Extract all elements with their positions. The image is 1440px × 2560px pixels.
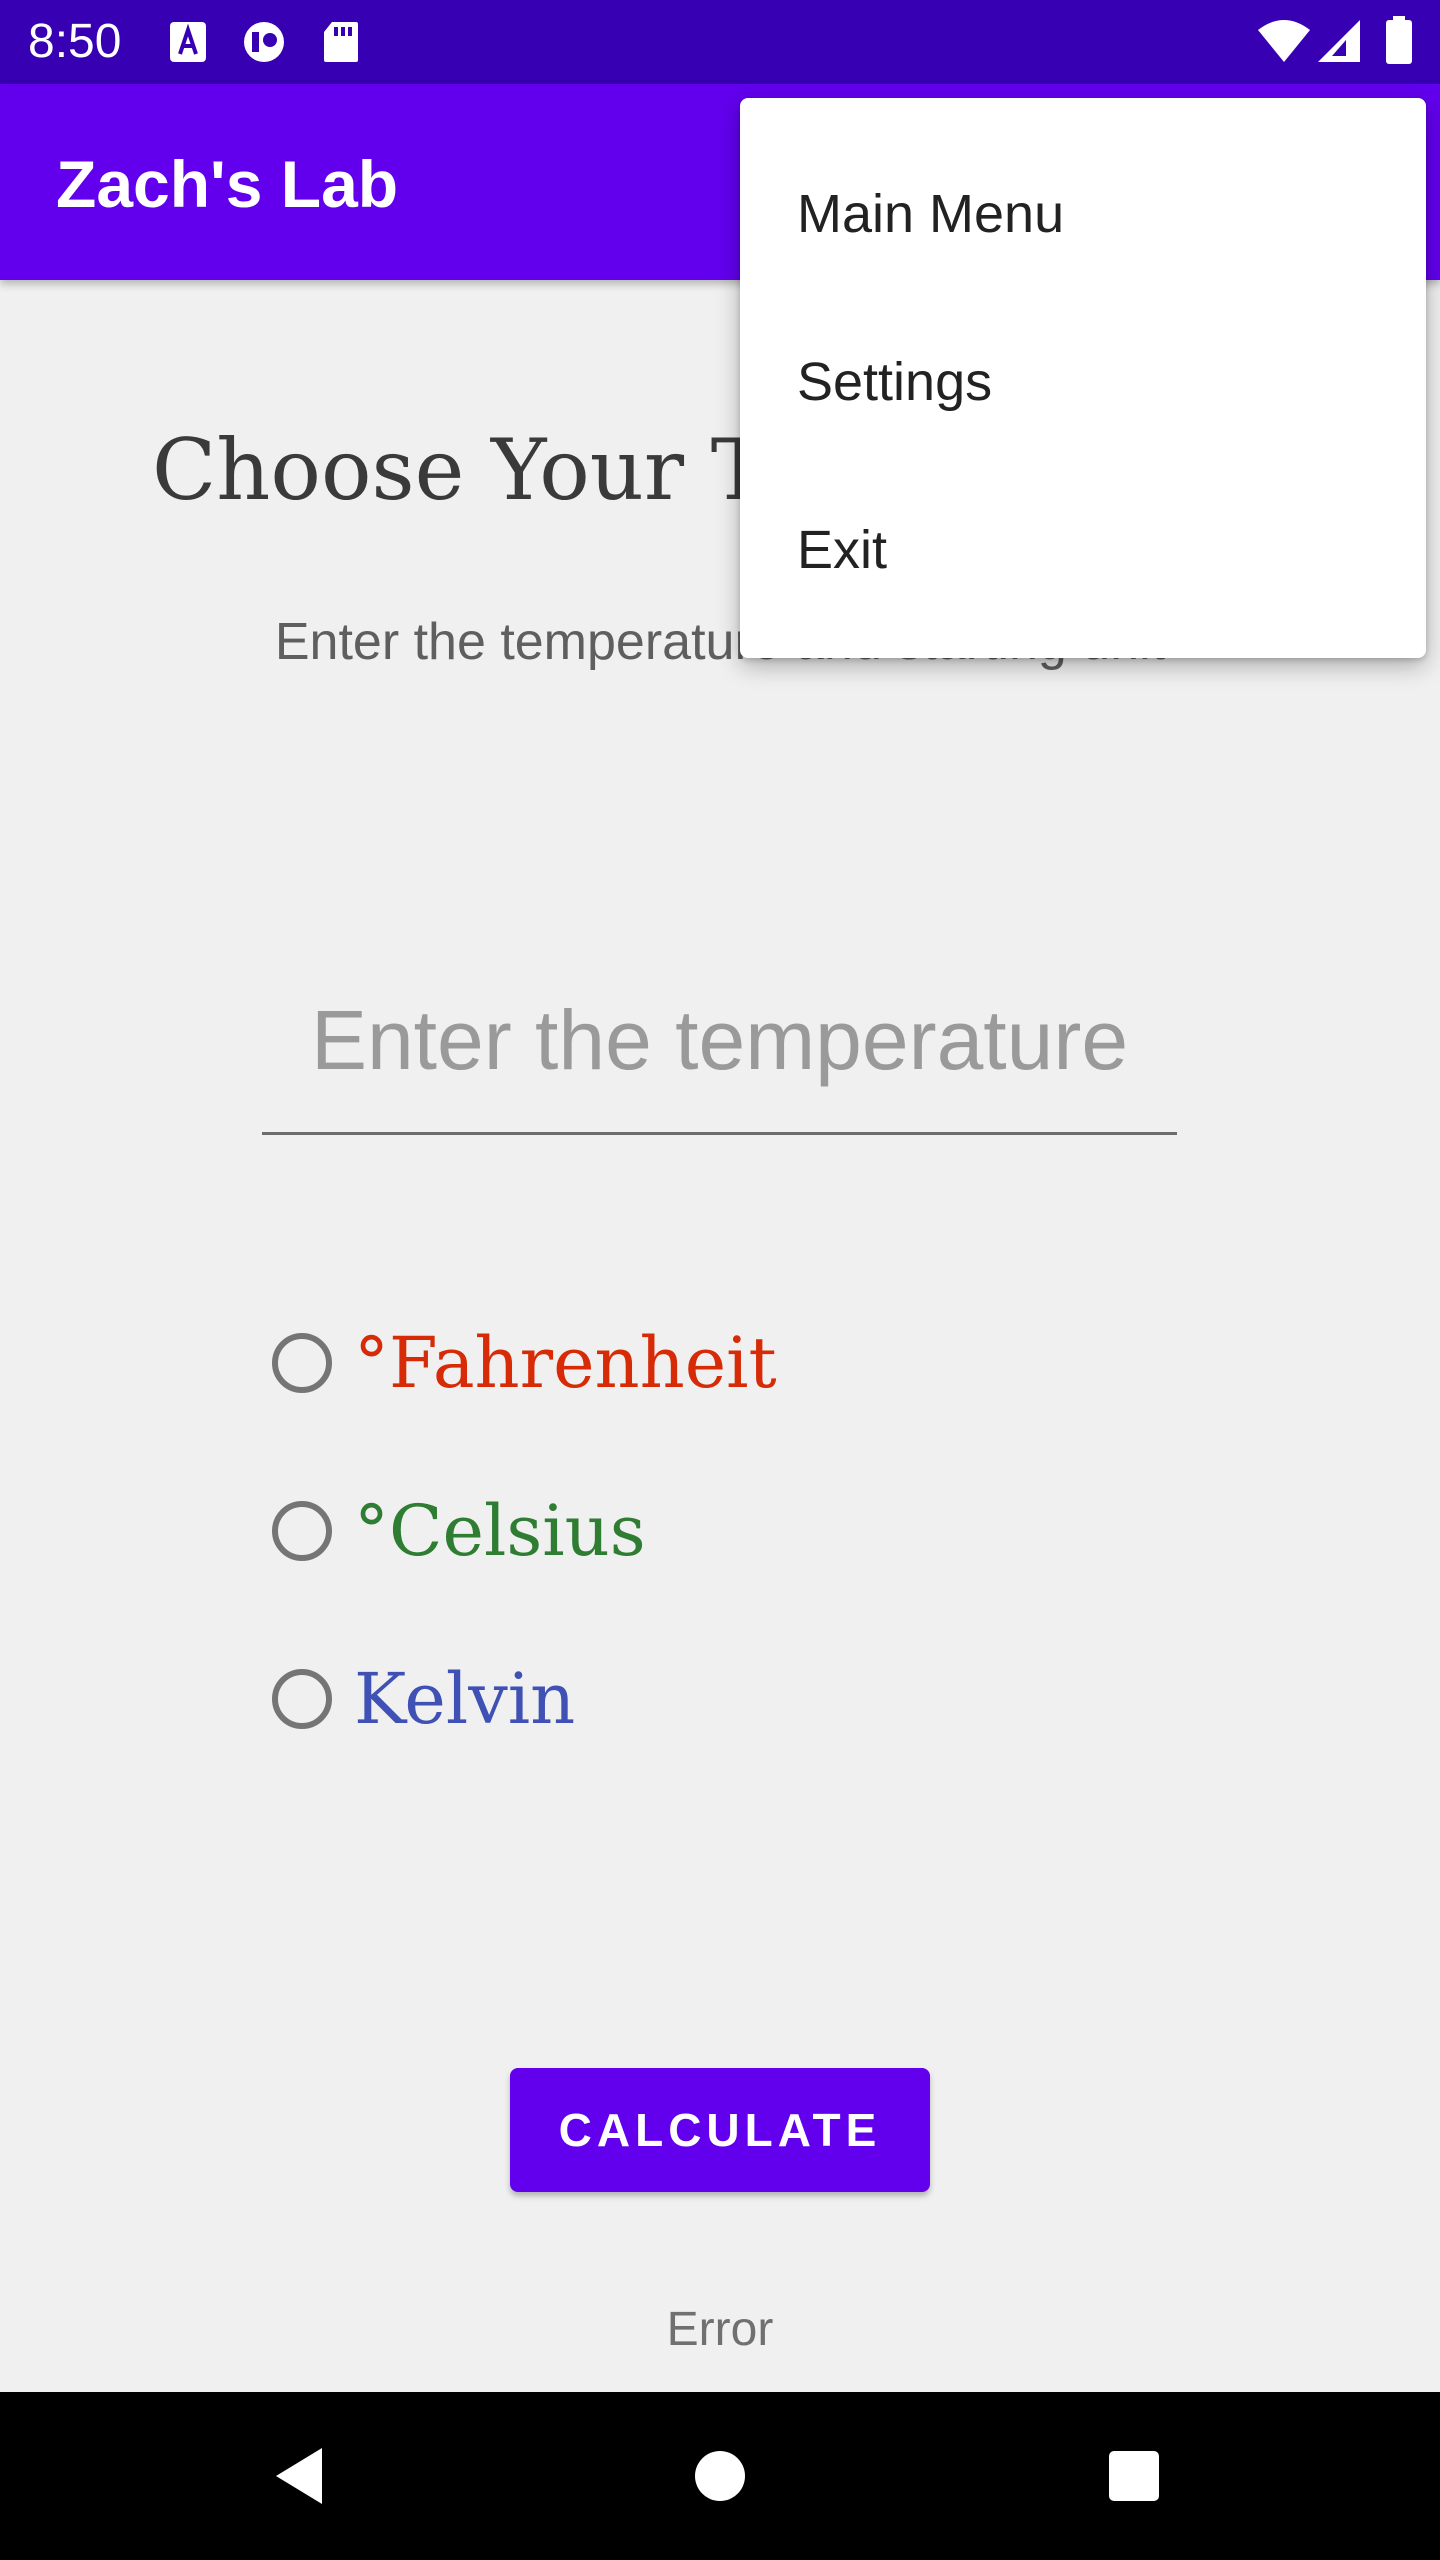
battery-icon [1384, 16, 1414, 71]
recents-icon [1109, 2451, 1159, 2501]
temperature-input[interactable] [262, 948, 1177, 1135]
radio-circle-icon[interactable] [272, 1669, 332, 1729]
radio-label-fahrenheit: °Fahrenheit [354, 1322, 777, 1404]
status-time: 8:50 [28, 15, 122, 68]
radio-label-kelvin: Kelvin [354, 1658, 576, 1740]
status-bar: 8:50 [0, 0, 1440, 84]
navigation-bar [0, 2392, 1440, 2560]
radio-kelvin[interactable]: Kelvin [272, 1654, 575, 1744]
vpn-key-icon [238, 20, 290, 69]
menu-item-main-menu[interactable]: Main Menu [740, 130, 1426, 298]
menu-item-settings[interactable]: Settings [740, 298, 1426, 466]
a-notification-icon [168, 20, 208, 69]
menu-item-exit[interactable]: Exit [740, 466, 1426, 634]
calculate-button[interactable]: CALCULATE [510, 2068, 930, 2192]
home-icon [695, 2451, 745, 2501]
back-icon [276, 2448, 322, 2504]
radio-circle-icon[interactable] [272, 1501, 332, 1561]
radio-fahrenheit[interactable]: °Fahrenheit [272, 1318, 777, 1408]
wifi-icon [1256, 18, 1312, 69]
page-heading: Choose Your T [152, 421, 767, 519]
back-button[interactable] [220, 2392, 380, 2560]
app-screen: 8:50 Zach's Lab Choose Your T Enter the … [0, 0, 1440, 2560]
overflow-menu: Main Menu Settings Exit [740, 98, 1426, 658]
app-title: Zach's Lab [56, 147, 399, 221]
signal-icon [1316, 18, 1362, 69]
home-button[interactable] [640, 2392, 800, 2560]
radio-label-celsius: °Celsius [354, 1490, 646, 1572]
radio-celsius[interactable]: °Celsius [272, 1486, 646, 1576]
sd-card-icon [322, 20, 360, 69]
recents-button[interactable] [1054, 2392, 1214, 2560]
radio-circle-icon[interactable] [272, 1333, 332, 1393]
result-text: Error [666, 2303, 774, 2356]
